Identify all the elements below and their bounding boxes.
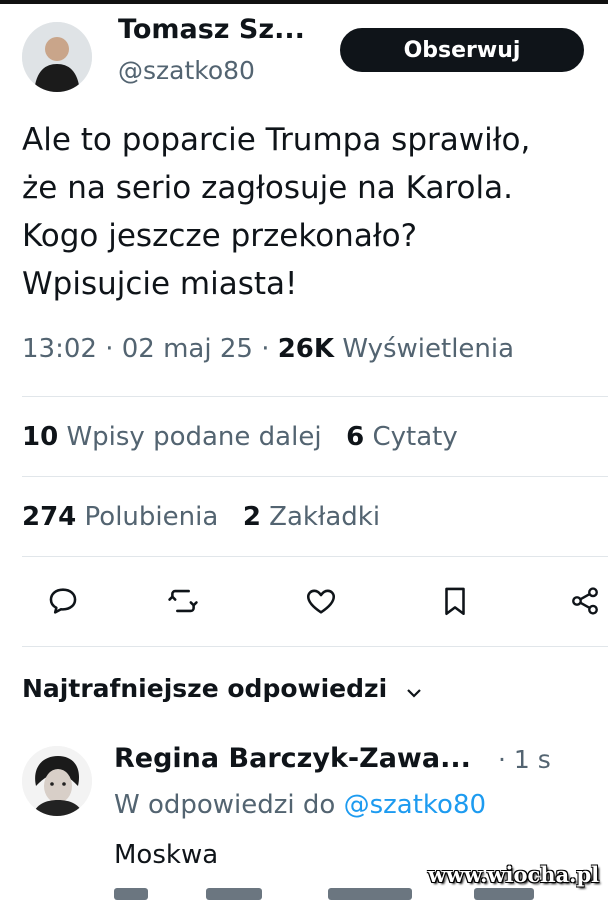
author-avatar[interactable] — [22, 22, 92, 92]
reply-icon[interactable] — [40, 578, 86, 624]
replies-section-label: Najtrafniejsze odpowiedzi — [22, 674, 388, 703]
author-name[interactable]: Tomasz Sz... — [118, 14, 305, 45]
quotes-label[interactable]: Cytaty — [372, 422, 457, 452]
action-bar — [40, 578, 608, 624]
tweet-line: Wpisujcie miasta! — [22, 266, 298, 302]
reply-author-name[interactable]: Regina Barczyk-Zawa... — [114, 743, 471, 774]
share-icon[interactable] — [562, 578, 608, 624]
bookmark-icon[interactable] — [432, 578, 478, 624]
divider — [22, 646, 608, 647]
tweet-time[interactable]: 13:02 — [22, 334, 97, 364]
top-edge-bar — [0, 0, 608, 4]
tweet-line: że na serio zagłosuje na Karola. — [22, 170, 513, 206]
like-icon[interactable] — [298, 578, 344, 624]
quotes-count[interactable]: 6 — [346, 422, 364, 452]
like-stats: 274 Polubienia 2 Zakładki — [22, 502, 380, 532]
bookmarks-count[interactable]: 2 — [243, 502, 261, 532]
tweet-meta: 13:02 · 02 maj 25 · 26K Wyświetlenia — [22, 334, 514, 364]
meta-separator: · — [105, 334, 122, 364]
reply-time[interactable]: · 1 s — [498, 745, 551, 774]
reply-to-prefix: W odpowiedzi do — [114, 790, 336, 820]
repost-icon[interactable] — [160, 578, 206, 624]
tweet-date[interactable]: 02 maj 25 — [122, 334, 253, 364]
follow-button[interactable]: Obserwuj — [340, 28, 584, 72]
views-label: Wyświetlenia — [342, 334, 515, 364]
divider — [22, 396, 608, 397]
repost-stats: 10 Wpisy podane dalej 6 Cytaty — [22, 422, 458, 452]
likes-count[interactable]: 274 — [22, 502, 76, 532]
likes-label[interactable]: Polubienia — [85, 502, 219, 532]
reply-to-handle[interactable]: @szatko80 — [344, 790, 486, 820]
reposts-count[interactable]: 10 — [22, 422, 58, 452]
reply-to-line: W odpowiedzi do @szatko80 — [114, 790, 486, 820]
divider — [22, 556, 608, 557]
views-count: 26K — [277, 334, 335, 364]
watermark: www.wiocha.pl — [428, 862, 600, 887]
replies-sort-selector[interactable]: Najtrafniejsze odpowiedzi — [22, 674, 422, 705]
divider — [22, 476, 608, 477]
reposts-label[interactable]: Wpisy podane dalej — [66, 422, 321, 452]
tweet-line: Kogo jeszcze przekonało? — [22, 218, 418, 254]
tweet-text: Ale to poparcie Trumpa sprawiło, że na s… — [22, 116, 608, 308]
chevron-down-icon — [406, 676, 422, 705]
author-handle[interactable]: @szatko80 — [118, 56, 255, 85]
bookmarks-label[interactable]: Zakładki — [269, 502, 380, 532]
reply-text: Moskwa — [114, 840, 219, 870]
reply-avatar[interactable] — [22, 746, 92, 816]
meta-separator: · — [261, 334, 278, 364]
tweet-line: Ale to poparcie Trumpa sprawiło, — [22, 122, 531, 158]
